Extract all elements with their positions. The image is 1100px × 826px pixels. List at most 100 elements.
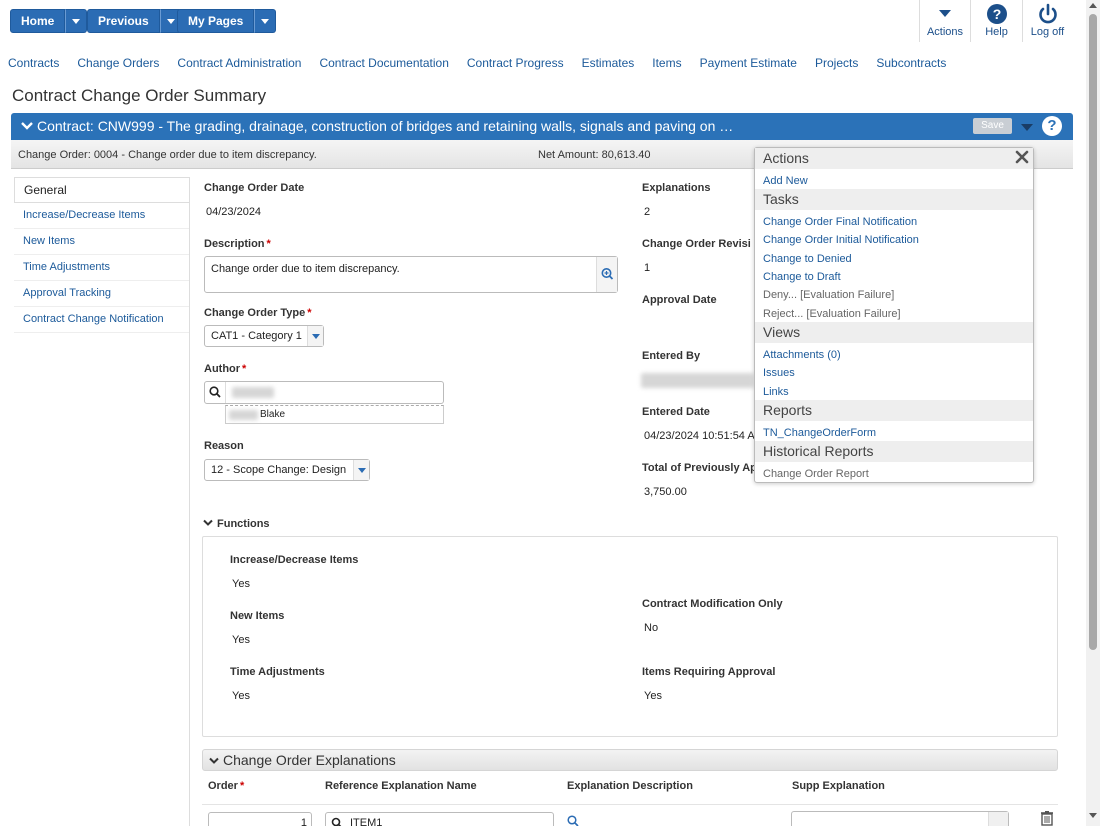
- change-order-text: Change Order: 0004 - Change order due to…: [18, 149, 317, 161]
- author-input[interactable]: [204, 381, 444, 404]
- side-tab-time-adjustments[interactable]: Time Adjustments: [14, 255, 189, 281]
- logoff-label: Log off: [1030, 26, 1065, 38]
- help-button[interactable]: ? Help: [970, 0, 1022, 42]
- col-supp-header: Supp Explanation: [792, 780, 885, 792]
- entered-date-value: 04/23/2024 10:51:54 A: [644, 430, 755, 442]
- power-icon: [1038, 3, 1057, 24]
- mypages-button[interactable]: My Pages: [177, 9, 255, 33]
- side-tab-increase-decrease-items[interactable]: Increase/Decrease Items: [14, 203, 189, 229]
- redacted-author-name: [232, 387, 274, 398]
- scrollbar-thumb[interactable]: [1089, 14, 1097, 650]
- scroll-down-icon[interactable]: [1089, 813, 1097, 818]
- change-order-type-value: CAT1 - Category 1: [211, 330, 302, 342]
- trash-icon[interactable]: [1040, 810, 1054, 826]
- save-button[interactable]: Save: [973, 118, 1012, 134]
- zoom-in-icon[interactable]: [566, 814, 580, 826]
- home-dropdown-button[interactable]: [65, 9, 88, 33]
- view-issues[interactable]: Issues: [763, 367, 795, 379]
- task-final-notification[interactable]: Change Order Final Notification: [763, 216, 917, 228]
- explanations-section-title: Change Order Explanations: [223, 752, 396, 768]
- actions-label: Actions: [926, 26, 964, 38]
- func-items-req-label: Items Requiring Approval: [642, 666, 776, 678]
- nav-contract-administration[interactable]: Contract Administration: [177, 56, 301, 70]
- chevron-down-icon[interactable]: [307, 326, 323, 346]
- zoom-button[interactable]: [596, 257, 617, 292]
- logoff-button[interactable]: Log off: [1022, 0, 1072, 42]
- ref-explanation-text[interactable]: ITEM1: [350, 817, 382, 826]
- previous-button-group[interactable]: Previous: [87, 9, 182, 33]
- previous-button[interactable]: Previous: [87, 9, 160, 33]
- reason-select[interactable]: 12 - Scope Change: Design: [204, 459, 370, 481]
- change-order-revision-value: 1: [644, 262, 651, 274]
- functions-panel: [202, 536, 1058, 737]
- description-input[interactable]: Change order due to item discrepancy.: [204, 256, 618, 293]
- add-new-link[interactable]: Add New: [763, 175, 808, 187]
- functions-toggle[interactable]: Functions: [203, 518, 270, 530]
- order-input-text[interactable]: 1: [301, 817, 307, 826]
- reason-value: 12 - Scope Change: Design: [211, 464, 347, 476]
- contract-title: Contract: CNW999 - The grading, drainage…: [37, 118, 734, 134]
- supp-explanation-select[interactable]: [791, 811, 1009, 826]
- side-tab-new-items[interactable]: New Items: [14, 229, 189, 255]
- chevron-down-icon: [72, 18, 81, 24]
- entered-date-label: Entered Date: [642, 406, 710, 418]
- nav-contract-documentation[interactable]: Contract Documentation: [319, 56, 448, 70]
- report-tn-change-order-form[interactable]: TN_ChangeOrderForm: [763, 427, 876, 439]
- nav-estimates[interactable]: Estimates: [582, 56, 635, 70]
- nav-contracts[interactable]: Contracts: [8, 56, 59, 70]
- help-icon[interactable]: ?: [1042, 116, 1062, 136]
- divider: [189, 177, 190, 826]
- order-input[interactable]: 1: [208, 812, 312, 826]
- historical-reports-section-head: Historical Reports: [755, 441, 1033, 462]
- task-change-to-draft[interactable]: Change to Draft: [763, 271, 841, 283]
- page-scrollbar[interactable]: [1086, 0, 1100, 826]
- nav-projects[interactable]: Projects: [815, 56, 858, 70]
- nav-change-orders[interactable]: Change Orders: [77, 56, 159, 70]
- func-incdec-value: Yes: [232, 578, 250, 590]
- home-button-group[interactable]: Home: [10, 9, 88, 33]
- chevron-down-icon: [209, 757, 219, 764]
- nav-subcontracts[interactable]: Subcontracts: [876, 56, 946, 70]
- view-links[interactable]: Links: [763, 386, 789, 398]
- author-suggestion-text: Blake: [260, 409, 286, 420]
- change-order-type-select[interactable]: CAT1 - Category 1: [204, 325, 324, 347]
- mypages-dropdown-button[interactable]: [254, 9, 277, 33]
- historical-change-order-report[interactable]: Change Order Report: [763, 468, 869, 480]
- search-icon: [209, 386, 221, 398]
- close-icon[interactable]: [1015, 150, 1029, 164]
- view-attachments[interactable]: Attachments (0): [763, 349, 841, 361]
- func-incdec-label: Increase/Decrease Items: [230, 554, 359, 566]
- mypages-button-group[interactable]: My Pages: [177, 9, 277, 33]
- ref-explanation-input[interactable]: ITEM1: [325, 812, 554, 826]
- change-order-type-label-text: Change Order Type: [204, 307, 306, 319]
- contract-header-bar[interactable]: Contract: CNW999 - The grading, drainage…: [11, 113, 1073, 140]
- caret-down-icon[interactable]: [1021, 124, 1033, 131]
- task-initial-notification[interactable]: Change Order Initial Notification: [763, 234, 919, 246]
- author-suggestion-item[interactable]: Blake: [225, 405, 444, 424]
- chevron-down-icon[interactable]: [21, 121, 33, 131]
- side-tab-general[interactable]: General: [14, 177, 189, 203]
- func-newitems-label: New Items: [230, 610, 285, 622]
- task-change-to-denied[interactable]: Change to Denied: [763, 253, 852, 265]
- actions-button[interactable]: Actions: [919, 0, 970, 42]
- explanations-section-bar[interactable]: Change Order Explanations: [202, 749, 1058, 771]
- zoom-in-icon: [601, 268, 614, 280]
- tasks-section-head: Tasks: [755, 189, 1033, 210]
- chevron-down-icon[interactable]: [988, 812, 1008, 826]
- chevron-down-icon[interactable]: [353, 460, 369, 480]
- nav-items[interactable]: Items: [652, 56, 681, 70]
- change-order-revision-label: Change Order Revisi: [642, 238, 751, 250]
- home-button[interactable]: Home: [10, 9, 66, 33]
- task-reject-disabled: Reject... [Evaluation Failure]: [763, 308, 901, 320]
- search-icon[interactable]: [328, 813, 346, 826]
- search-button[interactable]: [205, 382, 226, 403]
- scroll-up-icon[interactable]: [1089, 3, 1097, 8]
- side-tab-approval-tracking[interactable]: Approval Tracking: [14, 281, 189, 307]
- nav-contract-progress[interactable]: Contract Progress: [467, 56, 564, 70]
- nav-payment-estimate[interactable]: Payment Estimate: [700, 56, 797, 70]
- description-input-text[interactable]: Change order due to item discrepancy.: [211, 263, 400, 275]
- redacted-entered-by: [641, 373, 754, 388]
- col-order-text: Order: [208, 780, 238, 792]
- side-tab-contract-change-notification[interactable]: Contract Change Notification: [14, 307, 189, 333]
- chevron-down-icon: [261, 18, 270, 24]
